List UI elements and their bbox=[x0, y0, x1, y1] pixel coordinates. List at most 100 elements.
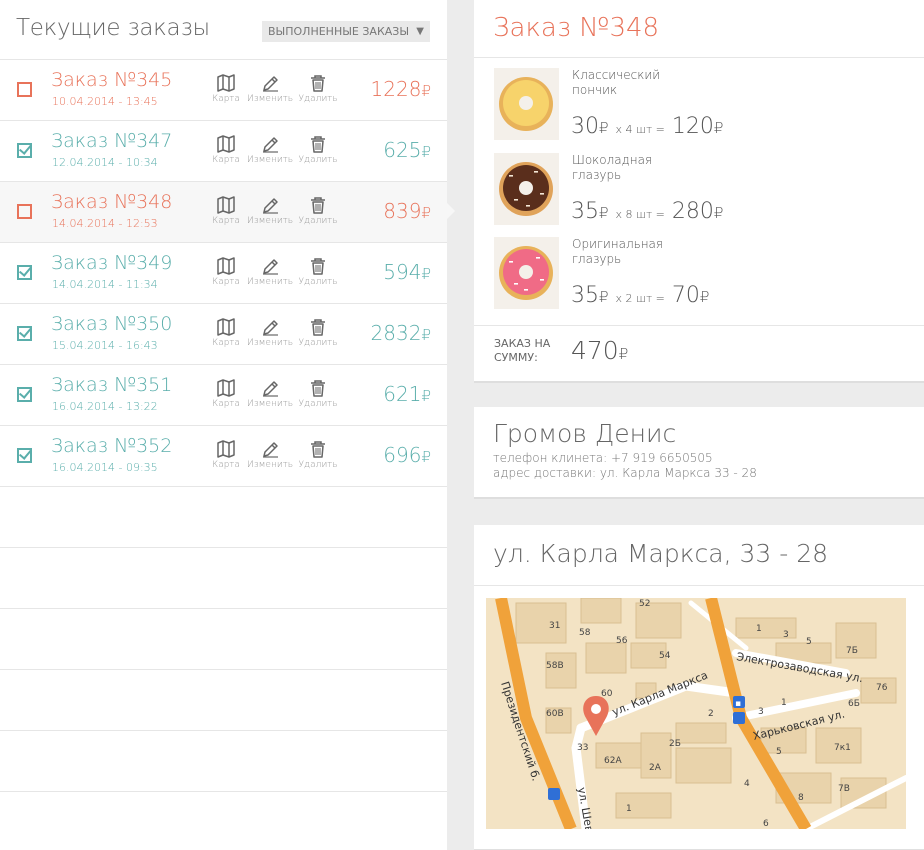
svg-text:60В: 60В bbox=[546, 709, 564, 719]
svg-text:1: 1 bbox=[626, 804, 632, 814]
order-checkbox[interactable] bbox=[17, 326, 32, 341]
order-checkbox[interactable] bbox=[17, 265, 32, 280]
svg-text:58: 58 bbox=[579, 628, 591, 638]
edit-label: Изменить bbox=[246, 460, 294, 470]
svg-text:7В: 7В bbox=[838, 784, 850, 794]
delete-button[interactable]: Удалить bbox=[293, 440, 343, 470]
pencil-icon bbox=[245, 74, 295, 92]
divider bbox=[474, 585, 924, 586]
map-icon bbox=[201, 257, 251, 275]
svg-text:7к1: 7к1 bbox=[834, 743, 851, 753]
delete-label: Удалить bbox=[298, 277, 338, 287]
map-button[interactable]: Карта bbox=[201, 196, 251, 226]
pencil-icon bbox=[245, 257, 295, 275]
order-price: 839₽ bbox=[383, 199, 431, 223]
edit-button[interactable]: Изменить bbox=[245, 440, 295, 470]
order-row[interactable]: Заказ №350 15.04.2014 - 16:43 Карта Изме… bbox=[0, 304, 447, 365]
chevron-down-icon: ▼ bbox=[416, 26, 424, 37]
trash-icon bbox=[293, 196, 343, 214]
order-title[interactable]: Заказ №345 bbox=[51, 69, 172, 91]
map-button[interactable]: Карта bbox=[201, 74, 251, 104]
order-row[interactable]: Заказ №349 14.04.2014 - 11:34 Карта Изме… bbox=[0, 243, 447, 304]
edit-button[interactable]: Изменить bbox=[245, 74, 295, 104]
page-title: Текущие заказы bbox=[16, 15, 210, 41]
delete-button[interactable]: Удалить bbox=[293, 196, 343, 226]
pink-donut-image bbox=[494, 237, 559, 309]
edit-button[interactable]: Изменить bbox=[245, 379, 295, 409]
svg-text:7Б: 7Б bbox=[846, 646, 858, 656]
item-name: Классический пончик bbox=[572, 68, 661, 97]
edit-button[interactable]: Изменить bbox=[245, 196, 295, 226]
edit-label: Изменить bbox=[246, 216, 294, 226]
delete-button[interactable]: Удалить bbox=[293, 379, 343, 409]
svg-text:6Б: 6Б bbox=[848, 699, 860, 709]
delete-button[interactable]: Удалить bbox=[293, 74, 343, 104]
edit-button[interactable]: Изменить bbox=[245, 257, 295, 287]
address-card: ул. Карла Маркса, 33 - 28 ул. Карла Марк… bbox=[474, 525, 924, 850]
map-icon bbox=[201, 196, 251, 214]
address-title: ул. Карла Маркса, 33 - 28 bbox=[493, 539, 829, 568]
delete-button[interactable]: Удалить bbox=[293, 257, 343, 287]
order-title[interactable]: Заказ №350 bbox=[51, 313, 172, 335]
delete-button[interactable]: Удалить bbox=[293, 318, 343, 348]
map-button[interactable]: Карта bbox=[201, 379, 251, 409]
edit-button[interactable]: Изменить bbox=[245, 318, 295, 348]
order-row[interactable]: Заказ №347 12.04.2014 - 10:34 Карта Изме… bbox=[0, 121, 447, 182]
item-calculation: 30₽ x 4 шт = 120₽ bbox=[571, 114, 724, 139]
pencil-icon bbox=[245, 440, 295, 458]
active-order-pointer bbox=[447, 203, 455, 219]
order-item: Классический пончик 30₽ x 4 шт = 120₽ bbox=[474, 68, 924, 148]
order-row[interactable]: Заказ №348 14.04.2014 - 12:53 Карта Изме… bbox=[0, 182, 447, 243]
map-icon bbox=[201, 74, 251, 92]
order-checkbox[interactable] bbox=[17, 82, 32, 97]
order-price: 2832₽ bbox=[370, 321, 431, 345]
map-button[interactable]: Карта bbox=[201, 440, 251, 470]
svg-text:62А: 62А bbox=[604, 756, 622, 766]
map-label: Карта bbox=[212, 338, 240, 348]
order-title[interactable]: Заказ №352 bbox=[51, 435, 172, 457]
order-checkbox[interactable] bbox=[17, 448, 32, 463]
order-date: 16.04.2014 - 13:22 bbox=[52, 400, 158, 413]
delete-label: Удалить bbox=[298, 399, 338, 409]
delivery-map[interactable]: ул. Карла Маркса Президентский б. Электр… bbox=[486, 598, 906, 829]
map-icon bbox=[201, 440, 251, 458]
empty-row bbox=[0, 792, 447, 850]
edit-label: Изменить bbox=[246, 338, 294, 348]
map-button[interactable]: Карта bbox=[201, 318, 251, 348]
pencil-icon bbox=[245, 135, 295, 153]
order-checkbox[interactable] bbox=[17, 204, 32, 219]
order-checkbox[interactable] bbox=[17, 143, 32, 158]
order-checkbox[interactable] bbox=[17, 387, 32, 402]
order-title[interactable]: Заказ №348 bbox=[51, 191, 172, 213]
map-icon bbox=[201, 318, 251, 336]
trash-icon bbox=[293, 318, 343, 336]
divider bbox=[474, 325, 924, 326]
edit-button[interactable]: Изменить bbox=[245, 135, 295, 165]
map-button[interactable]: Карта bbox=[201, 257, 251, 287]
orders-header: Текущие заказы выполненные заказы ▼ bbox=[0, 0, 447, 60]
order-title[interactable]: Заказ №351 bbox=[51, 374, 172, 396]
empty-row bbox=[0, 670, 447, 731]
done-orders-dropdown[interactable]: выполненные заказы ▼ bbox=[262, 21, 430, 42]
delete-button[interactable]: Удалить bbox=[293, 135, 343, 165]
svg-text:3: 3 bbox=[758, 707, 764, 717]
delete-label: Удалить bbox=[298, 338, 338, 348]
order-sum-label: заказ на сумму: bbox=[494, 337, 551, 364]
order-row[interactable]: Заказ №352 16.04.2014 - 09:35 Карта Изме… bbox=[0, 426, 447, 487]
pencil-icon bbox=[245, 196, 295, 214]
map-label: Карта bbox=[212, 94, 240, 104]
item-calculation: 35₽ x 8 шт = 280₽ bbox=[571, 199, 724, 224]
order-title[interactable]: Заказ №347 bbox=[51, 130, 172, 152]
order-title[interactable]: Заказ №349 bbox=[51, 252, 172, 274]
item-name: Шоколадная глазурь bbox=[572, 153, 653, 182]
map-icon bbox=[201, 379, 251, 397]
order-row[interactable]: Заказ №345 10.04.2014 - 13:45 Карта Изме… bbox=[0, 60, 447, 121]
map-button[interactable]: Карта bbox=[201, 135, 251, 165]
chocolate-donut-image bbox=[494, 153, 559, 225]
svg-text:4: 4 bbox=[744, 779, 750, 789]
order-price: 625₽ bbox=[383, 138, 431, 162]
orders-panel: Текущие заказы выполненные заказы ▼ Зака… bbox=[0, 0, 447, 850]
empty-row bbox=[0, 731, 447, 792]
order-sum-value: 470₽ bbox=[571, 336, 629, 365]
order-row[interactable]: Заказ №351 16.04.2014 - 13:22 Карта Изме… bbox=[0, 365, 447, 426]
